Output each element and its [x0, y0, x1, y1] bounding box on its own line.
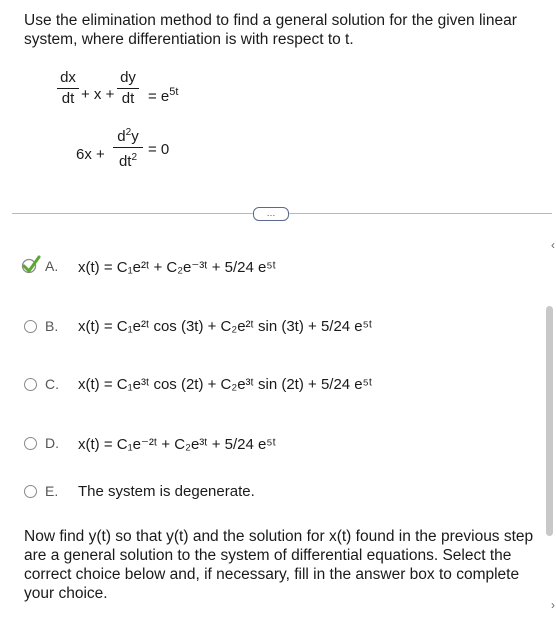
option-c-radio[interactable]: [24, 378, 37, 391]
option-d-radio[interactable]: [24, 437, 37, 450]
option-c-letter: C.: [45, 376, 59, 392]
more-button[interactable]: …: [253, 207, 289, 221]
scroll-up-icon[interactable]: ‹: [551, 238, 555, 252]
option-a-letter: A.: [45, 258, 59, 274]
option-b-text: x(t) = C₁e²ᵗ cos (3t) + C₂e²ᵗ sin (3t) +…: [78, 318, 373, 335]
eq1-rhs: = e5t: [148, 86, 179, 105]
check-icon: [21, 255, 41, 274]
option-e-text: The system is degenerate.: [78, 483, 255, 500]
eq2-left: 6x +: [76, 146, 105, 163]
question-prompt: Use the elimination method to find a gen…: [24, 12, 517, 48]
scrollbar-thumb[interactable]: [546, 306, 553, 536]
option-c-text: x(t) = C₁e³ᵗ cos (2t) + C₂e³ᵗ sin (2t) +…: [78, 376, 373, 393]
option-b-radio[interactable]: [24, 320, 37, 333]
scroll-down-icon[interactable]: ›: [551, 598, 555, 612]
dy-dt-fraction: dy dt: [117, 70, 139, 107]
option-d-letter: D.: [45, 435, 59, 451]
option-a-text: x(t) = C₁e²ᵗ + C₂e⁻³ᵗ + 5/24 e⁵ᵗ: [78, 259, 276, 276]
eq1-middle-terms: + x +: [81, 86, 115, 103]
eq2-rhs: = 0: [148, 141, 170, 158]
d2y-dt2-fraction: d2y dt2: [113, 125, 143, 170]
followup-instructions: Now find y(t) so that y(t) and the solut…: [24, 528, 534, 602]
option-b-letter: B.: [45, 318, 59, 334]
option-d-text: x(t) = C₁e⁻²ᵗ + C₂e³ᵗ + 5/24 e⁵ᵗ: [78, 436, 276, 453]
dx-dt-fraction: dx dt: [57, 70, 79, 107]
option-e-radio[interactable]: [24, 485, 37, 498]
option-e-letter: E.: [45, 483, 59, 499]
